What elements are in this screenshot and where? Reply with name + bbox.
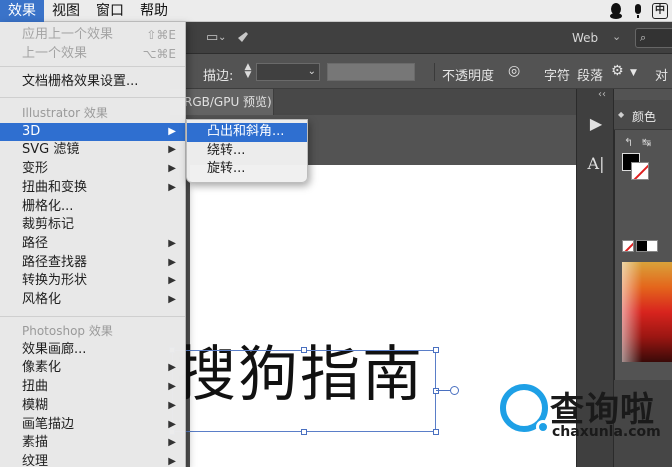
chevron-down-icon[interactable]: ⌄: [218, 32, 226, 43]
menu-window[interactable]: 窗口: [88, 0, 132, 22]
black-white-swatch[interactable]: [636, 240, 658, 252]
align-label[interactable]: 对: [655, 65, 668, 84]
qq-penguin-icon[interactable]: [608, 3, 624, 19]
character-label[interactable]: 字符: [544, 65, 570, 84]
menu-item-raster-settings[interactable]: 文档栅格效果设置...: [0, 73, 185, 92]
submenu-arrow-icon: ▶: [168, 144, 176, 156]
search-icon: ⌕: [640, 31, 647, 44]
stroke-weight-input[interactable]: ⌄: [256, 63, 320, 81]
rocket-icon[interactable]: [234, 30, 250, 50]
chevron-down-icon[interactable]: ▼: [630, 68, 637, 78]
menu-separator: [0, 66, 185, 67]
menu-item-blur[interactable]: 模糊 ▶: [0, 397, 185, 416]
menu-item-apply-last-effect[interactable]: 应用上一个效果 ⇧⌘E: [0, 26, 185, 45]
menu-item-last-effect[interactable]: 上一个效果 ⌥⌘E: [0, 45, 185, 64]
menu-separator: [0, 97, 185, 98]
submenu-arrow-icon: ▶: [168, 381, 176, 393]
menu-item-stylize[interactable]: 风格化 ▶: [0, 291, 185, 310]
submenu-arrow-icon: ▶: [168, 275, 176, 287]
submenu-arrow-icon: ▶: [168, 237, 176, 249]
play-action-icon[interactable]: ▶: [584, 112, 608, 136]
swap-arrows-icon[interactable]: ↹: [642, 136, 651, 149]
paragraph-label[interactable]: 段落: [577, 65, 603, 84]
collapse-arrows-icon[interactable]: ‹‹: [598, 89, 606, 100]
menu-item-distort-transform[interactable]: 扭曲和变换 ▶: [0, 179, 185, 198]
menu-item-pathfinder[interactable]: 路径查找器 ▶: [0, 254, 185, 273]
watermark-url: chaxunla.com: [552, 424, 661, 440]
effects-menu: 应用上一个效果 ⇧⌘E 上一个效果 ⌥⌘E 文档栅格效果设置... Illust…: [0, 22, 186, 467]
selection-handle[interactable]: [433, 388, 439, 394]
transform-icon[interactable]: ⚙: [611, 63, 624, 79]
selection-bounding-box[interactable]: [172, 350, 436, 432]
character-panel-icon[interactable]: A|: [584, 152, 608, 176]
color-tab-label: 颜色: [632, 110, 657, 124]
menu-view[interactable]: 视图: [44, 0, 88, 22]
menu-item-sketch[interactable]: 素描 ▶: [0, 434, 185, 453]
menu-help[interactable]: 帮助: [132, 0, 176, 22]
stroke-label: 描边:: [203, 69, 234, 84]
submenu-arrow-icon: ▶: [168, 181, 176, 193]
stroke-swatch[interactable]: [631, 162, 649, 180]
submenu-arrow-icon: ▶: [168, 125, 176, 137]
submenu-arrow-icon: ▶: [168, 294, 176, 305]
submenu-arrow-icon: ▶: [168, 163, 176, 175]
menu-bar: 效果 视图 窗口 帮助 中: [0, 0, 672, 22]
menu-item-convert-to-shape[interactable]: 转换为形状 ▶: [0, 272, 185, 291]
submenu-item-revolve[interactable]: 绕转...: [187, 142, 307, 161]
workspace-chevron-icon[interactable]: ⌄: [612, 30, 621, 43]
submenu-arrow-icon: ▶: [168, 418, 176, 430]
none-color-swatch[interactable]: [622, 240, 634, 252]
submenu-arrow-icon: ▶: [168, 455, 176, 467]
arrange-icon[interactable]: ▭: [206, 30, 218, 45]
color-spectrum[interactable]: [622, 262, 672, 362]
menu-item-rasterize[interactable]: 栅格化...: [0, 198, 185, 217]
search-stock-input[interactable]: ⌕: [635, 28, 672, 48]
menu-header-photoshop: Photoshop 效果: [22, 324, 113, 338]
menu-effects[interactable]: 效果: [0, 0, 44, 22]
submenu-arrow-icon: ▶: [168, 362, 176, 374]
input-method-icon[interactable]: 中: [652, 3, 668, 19]
selection-handle[interactable]: [301, 347, 307, 353]
submenu-arrow-icon: ▶: [168, 437, 176, 449]
menu-item-svg-filters[interactable]: SVG 滤镜 ▶: [0, 141, 185, 160]
menu-item-brush-strokes[interactable]: 画笔描边 ▶: [0, 416, 185, 435]
microphone-icon[interactable]: [630, 3, 646, 19]
menu-header-illustrator: Illustrator 效果: [22, 106, 108, 120]
selection-handle[interactable]: [301, 429, 307, 435]
menu-item-warp[interactable]: 变形 ▶: [0, 160, 185, 179]
variable-width-field[interactable]: [327, 63, 415, 81]
menu-item-pixelate[interactable]: 像素化 ▶: [0, 359, 185, 378]
panel-collapse-icon[interactable]: ◆: [618, 110, 624, 119]
menu-item-3d[interactable]: 3D ▶: [0, 122, 185, 142]
swap-fill-stroke-icon[interactable]: ↰: [624, 136, 633, 149]
divider: [434, 63, 435, 81]
menu-item-effect-gallery[interactable]: 效果画廊...: [0, 341, 185, 360]
menu-separator: [0, 316, 185, 317]
menu-item-ps-distort[interactable]: 扭曲 ▶: [0, 378, 185, 397]
submenu-3d: 凸出和斜角... 绕转... 旋转...: [186, 119, 308, 183]
stroke-stepper[interactable]: ▲ ▼: [240, 63, 256, 81]
watermark-logo-dot: [536, 420, 550, 434]
submenu-arrow-icon: ▶: [168, 399, 176, 411]
submenu-arrow-icon: ▶: [168, 256, 176, 268]
selection-handle[interactable]: [433, 347, 439, 353]
text-threading-line: [436, 390, 450, 391]
submenu-item-rotate[interactable]: 旋转...: [187, 160, 307, 179]
recolor-icon[interactable]: ◎: [508, 63, 520, 79]
status-tray: 中: [608, 0, 668, 22]
menu-item-crop-marks[interactable]: 裁剪标记: [0, 216, 185, 235]
opacity-label[interactable]: 不透明度: [442, 65, 494, 84]
tab-strip: [274, 89, 576, 115]
selection-handle[interactable]: [433, 429, 439, 435]
text-threading-port[interactable]: [450, 386, 459, 395]
menu-item-texture[interactable]: 纹理 ▶: [0, 453, 185, 467]
submenu-item-extrude-bevel[interactable]: 凸出和斜角...: [187, 123, 307, 142]
workspace-switcher[interactable]: Web: [572, 31, 598, 45]
menu-item-path[interactable]: 路径 ▶: [0, 235, 185, 254]
